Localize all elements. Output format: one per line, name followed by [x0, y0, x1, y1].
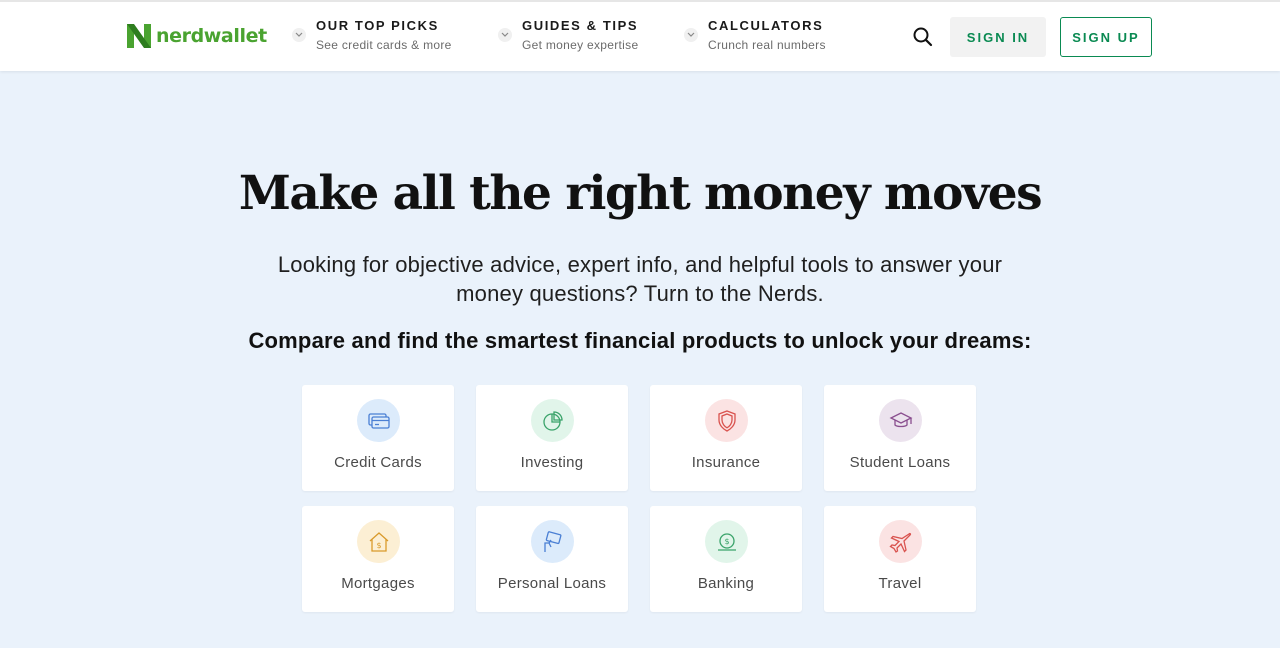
category-label: Student Loans — [849, 454, 951, 471]
graduation-cap-icon — [879, 399, 922, 442]
logo-wordmark: nerdwallet — [156, 25, 267, 47]
nav-title: OUR TOP PICKS — [316, 18, 439, 33]
svg-text:$: $ — [376, 541, 381, 550]
category-label: Banking — [697, 575, 755, 592]
shield-icon — [705, 399, 748, 442]
pie-chart-icon — [531, 399, 574, 442]
nav-subtitle: Crunch real numbers — [708, 38, 826, 52]
bank-note-icon: $ — [705, 520, 748, 563]
nav-subtitle: See credit cards & more — [316, 38, 452, 52]
category-tile-insurance[interactable]: Insurance — [650, 385, 802, 491]
category-tile-mortgages[interactable]: $ Mortgages — [302, 506, 454, 612]
nerdwallet-logo-icon — [127, 24, 151, 48]
category-label: Credit Cards — [334, 454, 422, 471]
nav-title: CALCULATORS — [708, 18, 824, 33]
chevron-down-icon — [498, 28, 512, 42]
nav-subtitle: Get money expertise — [522, 38, 639, 52]
category-label: Mortgages — [341, 575, 415, 592]
category-label: Travel — [878, 575, 922, 592]
hero-title: Make all the right money moves — [238, 166, 1043, 221]
category-label: Personal Loans — [497, 575, 607, 592]
hero-subtitle: Looking for objective advice, expert inf… — [277, 252, 1003, 306]
chevron-down-icon — [684, 28, 698, 42]
compare-heading: Compare and find the smartest financial … — [248, 328, 1032, 353]
category-label: Investing — [520, 454, 584, 471]
nerdwallet-logo[interactable]: nerdwallet — [127, 22, 267, 50]
category-tile-investing[interactable]: Investing — [476, 385, 628, 491]
category-tile-personal-loans[interactable]: Personal Loans — [476, 506, 628, 612]
sign-up-button[interactable]: SIGN UP — [1060, 17, 1152, 57]
money-hand-icon — [531, 520, 574, 563]
nav-title: GUIDES & TIPS — [522, 18, 639, 33]
search-button[interactable] — [912, 26, 934, 48]
category-tile-banking[interactable]: $ Banking — [650, 506, 802, 612]
chevron-down-icon — [292, 28, 306, 42]
category-tile-travel[interactable]: Travel — [824, 506, 976, 612]
house-icon: $ — [357, 520, 400, 563]
airplane-icon — [879, 520, 922, 563]
credit-card-icon — [357, 399, 400, 442]
svg-text:$: $ — [724, 537, 729, 546]
category-tile-credit-cards[interactable]: Credit Cards — [302, 385, 454, 491]
sign-in-button[interactable]: SIGN IN — [950, 17, 1046, 57]
search-icon — [913, 27, 933, 47]
site-header: nerdwallet OUR TOP PICKS See credit card… — [0, 0, 1280, 71]
category-label: Insurance — [691, 454, 761, 471]
category-tile-student-loans[interactable]: Student Loans — [824, 385, 976, 491]
